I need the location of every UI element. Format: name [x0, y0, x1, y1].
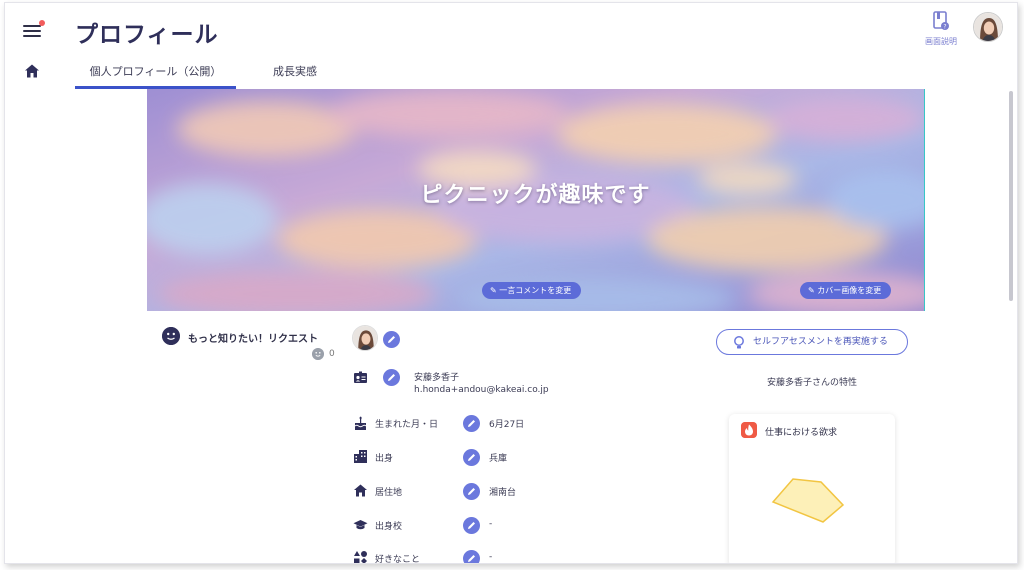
- shapes-icon: [354, 551, 367, 563]
- likes-label: 好きなこと: [375, 555, 421, 564]
- svg-text:?: ?: [943, 24, 946, 31]
- pencil-icon: [468, 555, 475, 562]
- work-desire-card: 仕事における欲求: [729, 414, 895, 563]
- tab-growth[interactable]: 成長実感: [263, 61, 327, 89]
- cover-title: ピクニックが趣味です: [420, 183, 651, 208]
- user-avatar[interactable]: [973, 12, 1003, 42]
- self-assessment-label: セルフアセスメントを再実施する: [753, 337, 888, 347]
- edit-comment-label: 一言コメントを変更: [499, 286, 572, 295]
- smile-count-icon: [312, 348, 324, 360]
- pencil-icon: [468, 522, 475, 529]
- self-assessment-button[interactable]: セルフアセスメントを再実施する: [716, 329, 908, 355]
- birthday-label: 生まれた月・日: [375, 420, 439, 430]
- radar-chart: [771, 478, 845, 523]
- edit-hometown-button[interactable]: [463, 449, 480, 466]
- edit-likes-button[interactable]: [463, 550, 480, 563]
- id-card-icon: [354, 371, 367, 383]
- card-title: 仕事における欲求: [765, 428, 838, 438]
- cover-image: ピクニックが趣味です ✎ 一言コメントを変更 ✎ カバー画像を変更: [147, 89, 925, 311]
- pencil-icon: [468, 488, 475, 495]
- pencil-icon: [468, 454, 475, 461]
- lightbulb-icon: [734, 336, 744, 349]
- edit-avatar-button[interactable]: [383, 331, 400, 348]
- notification-dot: [39, 20, 45, 26]
- tab-public-profile[interactable]: 個人プロフィール（公開）: [75, 61, 236, 89]
- pencil-icon: [388, 336, 395, 343]
- residence-value: 湘南台: [489, 488, 517, 498]
- pencil-icon: [468, 420, 475, 427]
- hometown-value: 兵庫: [489, 454, 508, 464]
- change-cover-button[interactable]: ✎ カバー画像を変更: [800, 282, 892, 299]
- school-value: -: [489, 519, 493, 529]
- smile-icon: [162, 327, 180, 345]
- school-label: 出身校: [375, 522, 403, 532]
- house-icon: [354, 484, 367, 497]
- profile-avatar: [352, 325, 378, 351]
- hometown-label: 出身: [375, 454, 394, 464]
- change-cover-label: カバー画像を変更: [817, 286, 882, 295]
- graduation-cap-icon: [353, 520, 368, 530]
- profile-email: h.honda+andou@kakeai.co.jp: [414, 385, 549, 395]
- home-icon[interactable]: [24, 63, 40, 79]
- book-icon: ?: [933, 11, 949, 31]
- cake-icon: [354, 416, 367, 430]
- traits-heading: 安藤多香子さんの特性: [766, 378, 857, 388]
- birthday-value: 6月27日: [489, 420, 525, 430]
- edit-name-button[interactable]: [383, 369, 400, 386]
- request-count: 0: [329, 349, 335, 359]
- scrollbar[interactable]: [1009, 91, 1013, 301]
- residence-label: 居住地: [375, 488, 403, 498]
- edit-school-button[interactable]: [463, 517, 480, 534]
- pencil-icon: ✎: [808, 286, 818, 295]
- app-window: プロフィール ? 画面説明 個人プロフィール（公開） 成長実感 ピクニックが趣味…: [4, 2, 1018, 564]
- pencil-icon: [388, 374, 395, 381]
- building-icon: [354, 450, 367, 463]
- screen-guide-button[interactable]: ? 画面説明: [921, 11, 961, 47]
- guide-label: 画面説明: [925, 37, 957, 46]
- menu-icon[interactable]: [23, 20, 45, 39]
- request-label: もっと知りたい！リクエスト: [188, 334, 318, 345]
- flame-icon: [741, 422, 757, 438]
- edit-birthday-button[interactable]: [463, 415, 480, 432]
- edit-residence-button[interactable]: [463, 483, 480, 500]
- edit-comment-button[interactable]: ✎ 一言コメントを変更: [482, 282, 582, 299]
- pencil-icon: ✎: [490, 286, 500, 295]
- page-title: プロフィール: [75, 22, 219, 48]
- profile-name: 安藤多香子: [414, 373, 460, 383]
- likes-value: -: [489, 552, 493, 562]
